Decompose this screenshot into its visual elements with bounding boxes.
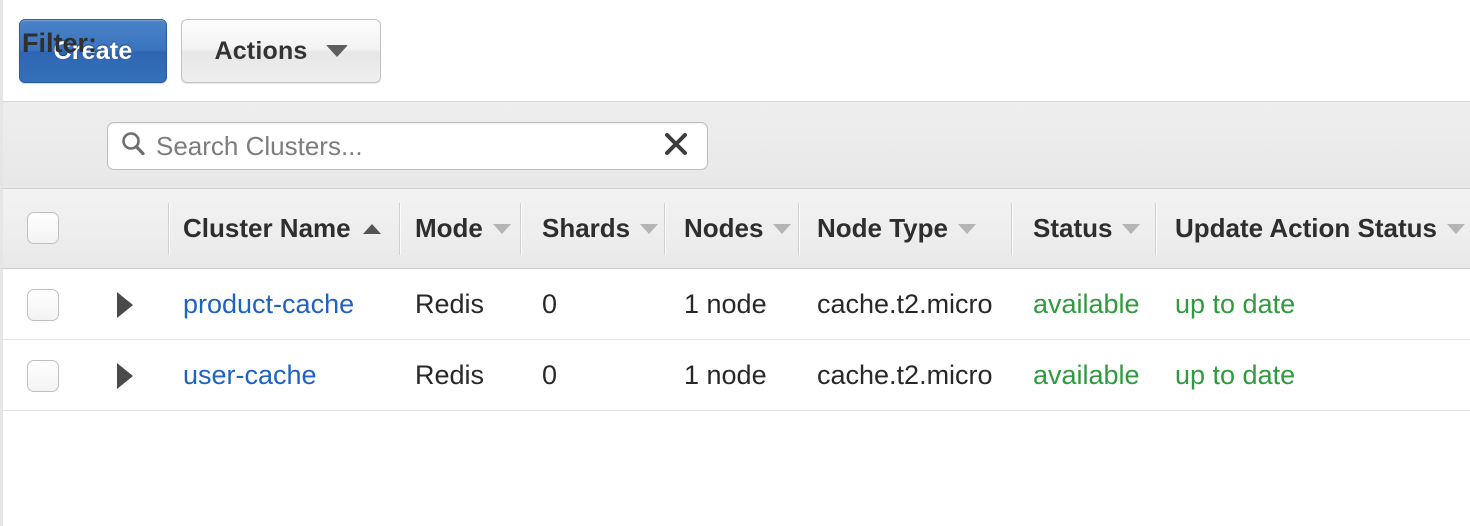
cell-cluster-name[interactable]: product-cache — [183, 269, 354, 339]
cell-node-type: cache.t2.micro — [817, 359, 993, 390]
table-empty-area — [0, 411, 1470, 526]
cell-nodes: 1 node — [684, 359, 767, 390]
column-divider — [664, 203, 666, 255]
cell-cluster-name[interactable]: user-cache — [183, 340, 317, 410]
cell-status: available — [1033, 288, 1140, 319]
column-header-label: Shards — [542, 213, 631, 243]
column-header-mode[interactable]: Mode — [415, 189, 511, 268]
elasticache-clusters-page: Create Actions Filter: Cluster NameModeS — [0, 0, 1470, 526]
table-row[interactable]: product-cache Redis 0 1 node cache.t2.micro a… — [0, 269, 1470, 340]
cell-node-type: cache.t2.micro — [817, 288, 993, 319]
actions-button[interactable]: Actions — [181, 19, 381, 83]
column-divider — [520, 203, 522, 255]
sort-ascending-icon — [362, 223, 381, 234]
column-divider — [399, 203, 401, 255]
column-divider — [168, 203, 170, 255]
column-divider — [1011, 203, 1013, 255]
select-all-checkbox[interactable] — [27, 212, 59, 244]
table-body: product-cache Redis 0 1 node cache.t2.micro a… — [0, 269, 1470, 411]
filter-label: Filter: — [22, 28, 98, 58]
actions-button-label: Actions — [214, 36, 308, 65]
row-select-checkbox[interactable] — [27, 360, 59, 392]
sort-descending-icon — [957, 223, 976, 234]
cell-update-action-status: up to date — [1175, 288, 1296, 319]
sort-descending-icon — [492, 223, 511, 234]
column-header-label: Node Type — [817, 213, 948, 243]
column-header-label: Cluster Name — [183, 213, 351, 243]
search-icon — [118, 129, 148, 164]
triangle-right-icon[interactable] — [117, 363, 133, 389]
cell-shards: 0 — [542, 288, 558, 319]
row-select-checkbox[interactable] — [27, 289, 59, 321]
column-header-status[interactable]: Status — [1033, 189, 1141, 268]
sort-descending-icon — [773, 223, 792, 234]
chevron-down-icon — [325, 45, 348, 57]
column-header-shards[interactable]: Shards — [542, 189, 659, 268]
close-icon[interactable] — [661, 129, 691, 164]
cell-update-action-status: up to date — [1175, 359, 1296, 390]
cell-shards: 0 — [542, 359, 558, 390]
cell-mode: Redis — [415, 288, 485, 319]
triangle-right-icon[interactable] — [117, 292, 133, 318]
table-row[interactable]: user-cache Redis 0 1 node cache.t2.micro avai… — [0, 340, 1470, 411]
clusters-table: Cluster Name Mode Shards Nodes Node Type Stat… — [0, 189, 1470, 526]
column-divider — [798, 203, 800, 255]
column-header-nodes[interactable]: Nodes — [684, 189, 792, 268]
cell-nodes: 1 node — [684, 288, 767, 319]
column-header-node-type[interactable]: Node Type — [817, 189, 976, 268]
page-toolbar: Create Actions — [0, 0, 1470, 101]
column-header-update-action-status[interactable]: Update Action Status — [1175, 189, 1465, 268]
column-header-label: Status — [1033, 213, 1113, 243]
search-input[interactable] — [156, 130, 661, 162]
table-header-row: Cluster Name Mode Shards Nodes Node Type Stat… — [0, 189, 1470, 269]
sort-descending-icon — [1122, 223, 1141, 234]
sort-descending-icon — [1446, 223, 1465, 234]
column-header-label: Update Action Status — [1175, 213, 1437, 243]
sort-descending-icon — [640, 223, 659, 234]
column-header-label: Nodes — [684, 213, 764, 243]
column-divider — [1155, 203, 1157, 255]
search-clusters-box[interactable] — [107, 122, 708, 170]
column-header-cluster-name[interactable]: Cluster Name — [183, 189, 381, 268]
column-header-label: Mode — [415, 213, 483, 243]
cell-mode: Redis — [415, 359, 485, 390]
cell-status: available — [1033, 359, 1140, 390]
